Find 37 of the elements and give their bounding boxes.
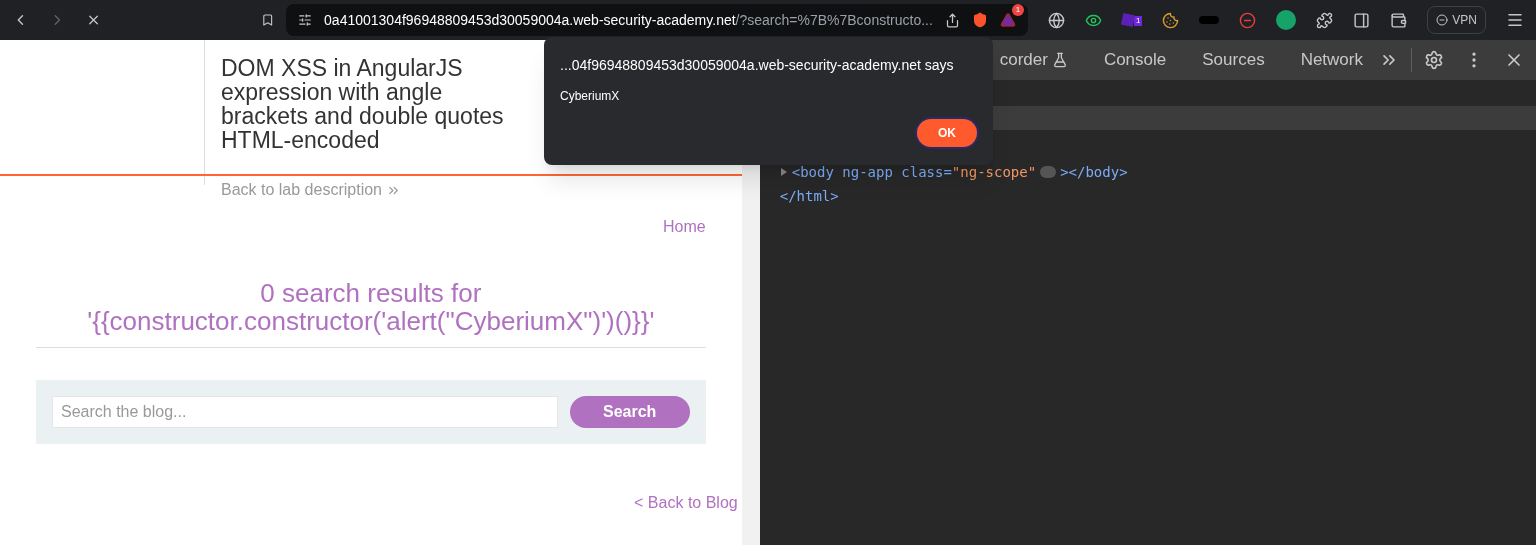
expand-arrow-icon[interactable] — [779, 168, 788, 176]
search-button[interactable]: Search — [569, 396, 690, 428]
extension-badge: 1 — [1133, 16, 1143, 26]
lion-shield-icon[interactable] — [971, 12, 988, 28]
code-line[interactable]: <body ng-app class="ng-scope" ></body> — [779, 160, 1536, 184]
wallet-icon[interactable] — [1390, 11, 1408, 29]
dialog-title: ...04f96948809453d30059004a.web-security-academy.net says — [560, 56, 955, 75]
menu-icon[interactable] — [1506, 11, 1524, 29]
url-text: 0a41001304f96948809453d30059004a.web-security-academy.net/?search=%7B%7Bconstructo... — [324, 10, 933, 30]
devtools-tab[interactable]: Network — [1300, 40, 1363, 80]
code-line[interactable]: </html> — [779, 184, 1536, 208]
flask-icon — [1051, 52, 1068, 68]
search-field[interactable]: Search the blog... — [52, 396, 558, 428]
back-to-blog-link[interactable]: < Back to Blog — [634, 491, 738, 515]
triangle-icon[interactable] — [999, 12, 1016, 28]
bookmark-icon[interactable] — [260, 12, 275, 28]
vpn-button[interactable]: VPN — [1427, 6, 1486, 34]
home-link[interactable]: Home — [663, 215, 706, 239]
site-info-icon[interactable] — [298, 13, 313, 27]
vpn-icon — [1436, 14, 1449, 26]
share-icon[interactable] — [944, 12, 960, 28]
settings-icon[interactable] — [1424, 50, 1444, 70]
cookie-icon[interactable] — [1162, 11, 1180, 29]
lab-title: DOM XSS in AngularJS expression with angle brackets and double quotes HTML-encoded — [221, 56, 505, 152]
notification-badge: 1 — [1011, 4, 1024, 16]
extensions-icon[interactable] — [1316, 11, 1334, 29]
address-bar[interactable]: 0a41001304f96948809453d30059004a.web-security-academy.net/?search=%7B%7Bconstructo... 1 — [286, 4, 1028, 36]
search-query: '{{constructor.constructor('alert("CyberiumX")')()}}' — [86, 307, 656, 335]
devtools-tab[interactable]: corder — [999, 40, 1068, 80]
devtools-tab[interactable]: Sources — [1202, 40, 1265, 80]
dialog-message: CyberiumX — [560, 88, 621, 105]
sidebar-icon[interactable] — [1353, 11, 1371, 29]
results-heading: 0 search results for — [259, 279, 483, 307]
globe-icon[interactable] — [1047, 11, 1065, 29]
blocker-icon[interactable] — [1239, 11, 1257, 29]
devtools-tab[interactable]: Console — [1103, 40, 1167, 80]
ellipsis-icon — [1040, 166, 1057, 178]
